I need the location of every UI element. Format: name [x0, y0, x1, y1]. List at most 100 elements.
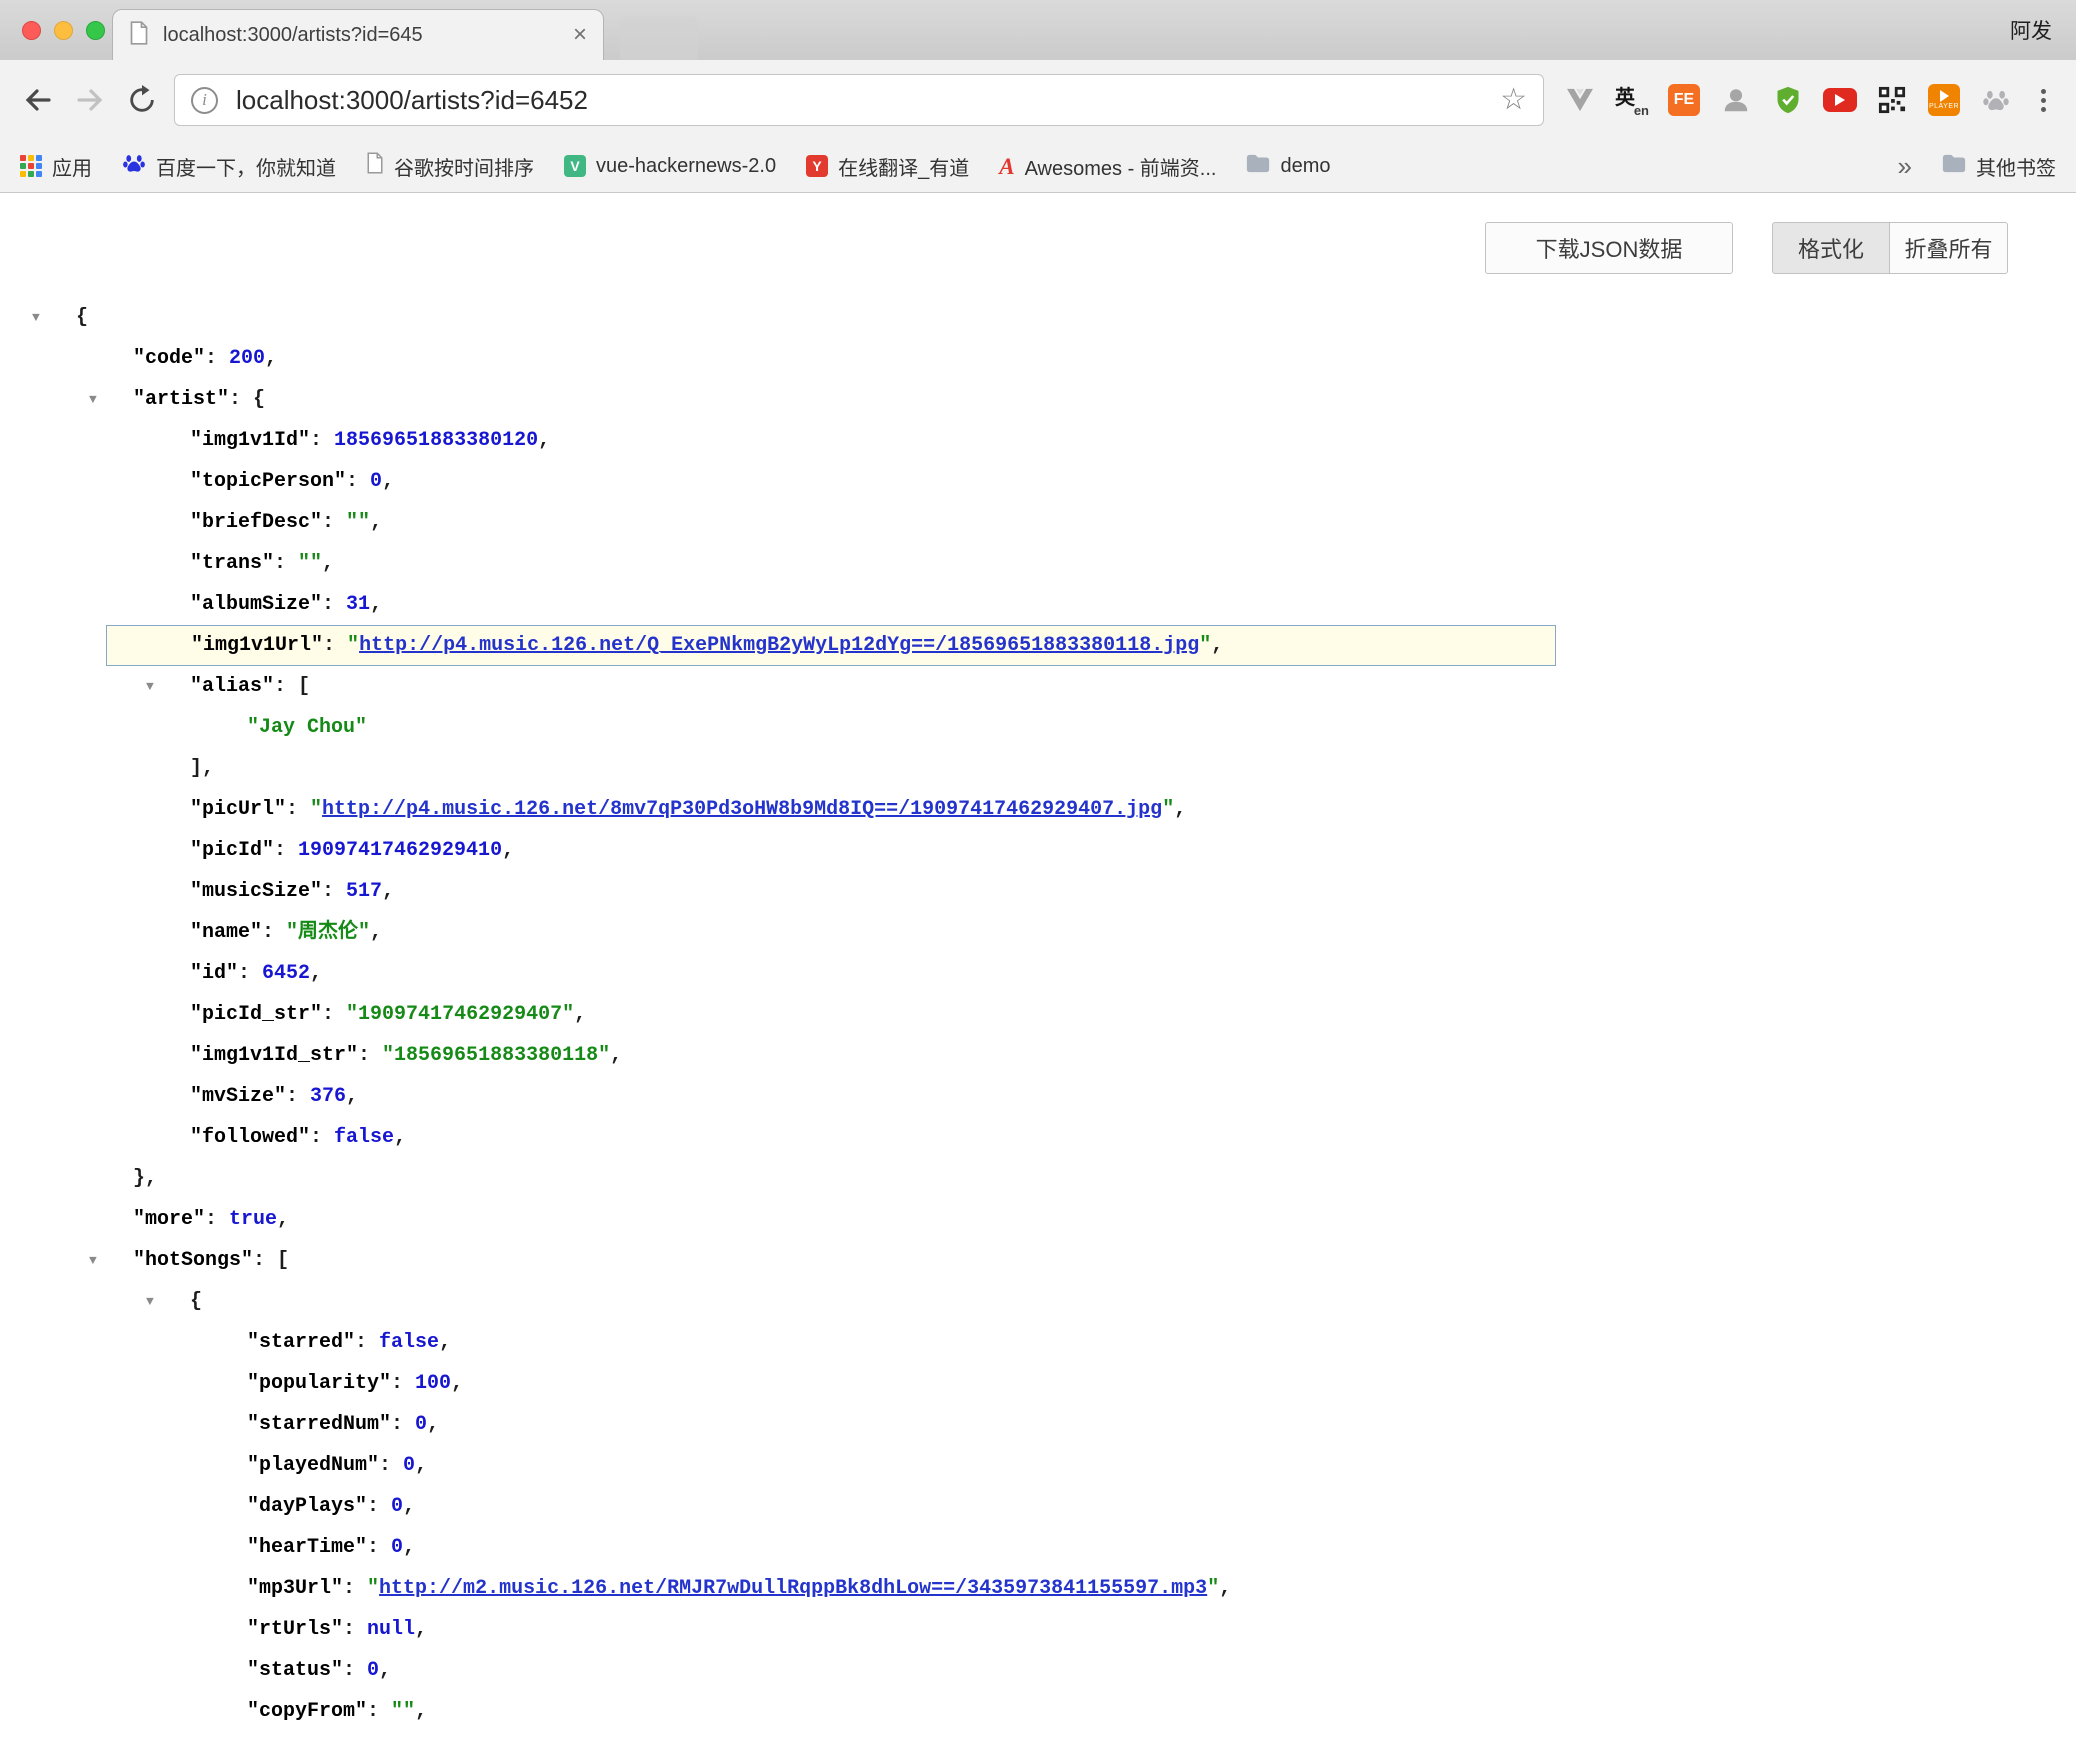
bookmark-demo-folder[interactable]: demo [1246, 154, 1330, 179]
json-link[interactable]: http://p4.music.126.net/Q_ExePNkmgB2yWyL… [359, 634, 1199, 657]
json-line: "img1v1Id": 18569651883380120, [0, 420, 2076, 461]
json-punctuation: , [382, 880, 394, 903]
traffic-lights [22, 21, 105, 40]
json-line: ▼"artist": { [0, 379, 2076, 420]
json-value-boolean: false [379, 1331, 439, 1354]
json-key: "briefDesc" [190, 511, 322, 534]
json-key: "img1v1Id" [190, 429, 310, 452]
json-colon: : [205, 1208, 229, 1231]
site-info-icon[interactable]: i [191, 87, 218, 114]
bookmark-apps[interactable]: 应用 [20, 152, 92, 181]
json-value-string: "周杰伦" [286, 921, 370, 944]
json-value-number: 0 [391, 1536, 403, 1559]
json-key: "trans" [190, 552, 274, 575]
format-button[interactable]: 格式化 [1772, 222, 1890, 274]
fehelper-extension-icon[interactable]: FE [1658, 74, 1710, 126]
json-quote: " [1162, 798, 1174, 821]
json-punctuation: , [277, 1208, 289, 1231]
browser-tab[interactable]: localhost:3000/artists?id=645 × [112, 9, 604, 60]
json-line: "name": "周杰伦", [0, 912, 2076, 953]
json-colon: : [238, 962, 262, 985]
json-line: "topicPerson": 0, [0, 461, 2076, 502]
download-json-button[interactable]: 下载JSON数据 [1485, 222, 1733, 274]
json-line: ▼"alias": [ [0, 666, 2076, 707]
bookmark-google-sort[interactable]: 谷歌按时间排序 [366, 152, 534, 181]
json-colon: : [355, 1331, 379, 1354]
json-key: "popularity" [247, 1372, 391, 1395]
bookmarks-overflow-chevron[interactable]: » [1898, 151, 1912, 182]
profile-name[interactable]: 阿发 [2010, 0, 2052, 60]
bookmark-awesomes[interactable]: A Awesomes - 前端资... [999, 152, 1216, 181]
forward-button[interactable] [64, 74, 116, 126]
json-punctuation: { [253, 388, 265, 411]
json-punctuation: , [451, 1372, 463, 1395]
reload-button[interactable] [116, 74, 168, 126]
json-punctuation: , [574, 1003, 586, 1026]
json-line: "img1v1Url": "http://p4.music.126.net/Q_… [106, 625, 1556, 666]
vue-devtools-extension-icon[interactable] [1554, 74, 1606, 126]
person-extension-icon[interactable] [1710, 74, 1762, 126]
json-punctuation: , [1219, 1577, 1231, 1600]
json-value-null: null [367, 1618, 415, 1641]
json-key: "id" [190, 962, 238, 985]
json-punctuation: , [310, 962, 322, 985]
bookmark-baidu[interactable]: 百度一下，你就知道 [122, 151, 336, 181]
json-line: "hearTime": 0, [0, 1527, 2076, 1568]
json-line: "img1v1Id_str": "18569651883380118", [0, 1035, 2076, 1076]
browser-menu-button[interactable] [2022, 74, 2064, 126]
json-line: ▼"hotSongs": [ [0, 1240, 2076, 1281]
json-line: "picId": 19097417462929410, [0, 830, 2076, 871]
url-text[interactable]: localhost:3000/artists?id=6452 [236, 85, 1500, 116]
json-punctuation: , [415, 1454, 427, 1477]
json-line: "playedNum": 0, [0, 1445, 2076, 1486]
json-link[interactable]: http://p4.music.126.net/8mv7qP30Pd3oHW8b… [322, 798, 1162, 821]
json-punctuation: , [403, 1536, 415, 1559]
json-punctuation: , [379, 1659, 391, 1682]
tab-close-icon[interactable]: × [573, 23, 587, 47]
close-window-button[interactable] [22, 21, 41, 40]
json-line: "Jay Chou" [0, 707, 2076, 748]
qrcode-extension-icon[interactable] [1866, 74, 1918, 126]
bookmark-vue-hackernews[interactable]: V vue-hackernews-2.0 [564, 155, 776, 178]
address-bar[interactable]: i localhost:3000/artists?id=6452 ☆ [174, 74, 1544, 126]
zoom-window-button[interactable] [86, 21, 105, 40]
json-key: "albumSize" [190, 593, 322, 616]
minimize-window-button[interactable] [54, 21, 73, 40]
translate-extension-icon[interactable]: 英 en [1606, 74, 1658, 126]
back-button[interactable] [12, 74, 64, 126]
other-bookmarks-folder[interactable]: 其他书签 [1942, 152, 2056, 181]
json-key: "hotSongs" [133, 1249, 253, 1272]
bookmark-youdao-translate[interactable]: Y 在线翻译_有道 [806, 152, 969, 181]
json-colon: : [274, 552, 298, 575]
json-value-number: 0 [370, 470, 382, 493]
folder-icon [1942, 154, 1966, 179]
json-colon: : [286, 798, 310, 821]
collapse-toggle-icon[interactable]: ▼ [146, 666, 154, 707]
json-colon: : [274, 839, 298, 862]
format-toggle-group: 格式化 折叠所有 [1772, 222, 2008, 274]
json-link[interactable]: http://m2.music.126.net/RMJR7wDullRqppBk… [379, 1577, 1207, 1600]
json-punctuation: , [322, 552, 334, 575]
json-key: "img1v1Id_str" [190, 1044, 358, 1067]
shield-extension-icon[interactable] [1762, 74, 1814, 126]
json-line: "popularity": 100, [0, 1363, 2076, 1404]
new-tab-button[interactable] [620, 16, 698, 60]
json-line: "code": 200, [0, 338, 2076, 379]
json-colon: : [391, 1372, 415, 1395]
collapse-all-button[interactable]: 折叠所有 [1890, 222, 2008, 274]
collapse-toggle-icon[interactable]: ▼ [32, 297, 40, 338]
json-colon: : [322, 593, 346, 616]
bookmark-star-icon[interactable]: ☆ [1500, 85, 1527, 115]
collapse-toggle-icon[interactable]: ▼ [146, 1281, 154, 1322]
player-extension-icon[interactable]: PLAYER [1918, 74, 1970, 126]
json-line: "albumSize": 31, [0, 584, 2076, 625]
collapse-toggle-icon[interactable]: ▼ [89, 1240, 97, 1281]
json-colon: : [367, 1536, 391, 1559]
json-colon: : [343, 1659, 367, 1682]
json-colon: : [367, 1495, 391, 1518]
paw-extension-icon[interactable] [1970, 74, 2022, 126]
json-line: "starredNum": 0, [0, 1404, 2076, 1445]
youtube-extension-icon[interactable] [1814, 74, 1866, 126]
collapse-toggle-icon[interactable]: ▼ [89, 379, 97, 420]
json-colon: : [323, 634, 347, 657]
